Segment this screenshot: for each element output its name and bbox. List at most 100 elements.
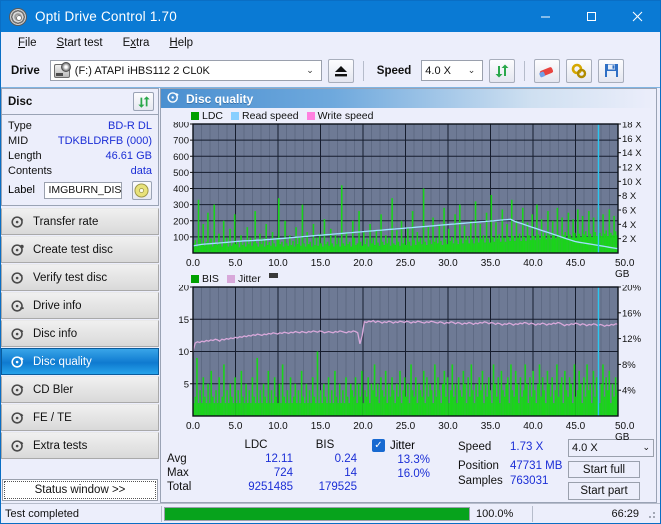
readout-row-position: Position 47731 MB xyxy=(458,458,568,473)
disc-label-field[interactable]: IMGBURN_DIS xyxy=(44,181,123,199)
resize-grip[interactable] xyxy=(645,507,657,520)
app-window: Opti Drive Control 1.70 File Start test … xyxy=(0,0,661,524)
svg-text:500: 500 xyxy=(173,168,189,179)
elapsed-time: 66:29 xyxy=(611,507,639,520)
status-message: Test completed xyxy=(5,507,79,520)
legend-label-jitter: Jitter xyxy=(237,272,261,285)
stats-header-ldc: LDC xyxy=(244,439,268,451)
sidebar-item-transfer-rate[interactable]: Transfer rate xyxy=(1,208,159,235)
sidebar-item-fe-te[interactable]: FE / TE xyxy=(1,404,159,431)
sidebar-item-disc-info[interactable]: Disc info xyxy=(1,320,159,347)
disc-refresh-button[interactable] xyxy=(133,92,154,111)
menu-start-test[interactable]: Start test xyxy=(48,35,112,51)
svg-text:18 X: 18 X xyxy=(622,122,642,131)
menu-help[interactable]: Help xyxy=(160,35,202,51)
progress-bar-fill xyxy=(165,507,469,520)
sidebar-item-cd-bler[interactable]: CD Bler xyxy=(1,376,159,403)
settings-button[interactable] xyxy=(566,58,593,83)
stats-grid: LDC BIS Avg 12.11 0.24 Max 724 14 Total … xyxy=(167,439,372,493)
stats-avg-bis: 0.24 xyxy=(334,453,357,465)
menu-start-test-label: tart test xyxy=(64,37,103,49)
speed-select[interactable]: 4.0 X ⌄ xyxy=(421,60,484,81)
sidebar-item-verify-test-disc[interactable]: Verify test disc xyxy=(1,264,159,291)
x-tick-label: 45.0 xyxy=(565,421,586,432)
speed-label: Speed xyxy=(376,64,412,77)
disc-panel-title: Disc xyxy=(8,95,33,108)
disc-panel: Disc Type BD-R DL MID TDKBLDRFB (000) Le… xyxy=(1,88,159,206)
close-icon[interactable] xyxy=(614,1,660,32)
start-full-button[interactable]: Start full xyxy=(568,460,640,479)
x-tick-label: 25.0 xyxy=(395,421,416,432)
sidebar-item-drive-info[interactable]: Drive info xyxy=(1,292,159,319)
stats-header-bis: BIS xyxy=(315,439,335,451)
svg-text:8%: 8% xyxy=(622,360,636,371)
ldc-legend: LDC Read speed Write speed xyxy=(163,109,654,122)
sidebar-item-create-test-disc[interactable]: Create test disc xyxy=(1,236,159,263)
bis-legend: BIS Jitter xyxy=(163,272,654,285)
x-tick-label: 45.0 xyxy=(565,258,586,269)
disc-extra-icon xyxy=(10,438,25,453)
panel-header: Disc quality xyxy=(161,89,656,108)
status-window-button[interactable]: Status window >> xyxy=(2,479,158,501)
cd-disc-icon[interactable] xyxy=(131,180,152,200)
legend-item-ldc: LDC xyxy=(191,110,223,122)
svg-text:12 X: 12 X xyxy=(622,163,642,174)
nav-list: Transfer rate Create test disc Verify te… xyxy=(1,208,159,460)
legend-swatch-read-speed xyxy=(231,111,240,120)
stats-table: LDC BIS Avg 12.11 0.24 Max 724 14 Total … xyxy=(167,439,372,500)
x-tick-label: 10.0 xyxy=(268,258,288,269)
disc-info-row-type: Type BD-R DL xyxy=(8,118,152,133)
disc-info-icon xyxy=(10,326,25,341)
sidebar-item-label: Drive info xyxy=(33,299,82,312)
minimize-icon[interactable] xyxy=(522,1,568,32)
drive-select[interactable]: (F:) ATAPI iHBS112 2 CL0K ⌄ xyxy=(49,60,322,81)
refresh-button[interactable] xyxy=(489,58,516,83)
x-tick-label: 10.0 xyxy=(268,421,288,432)
drive-select-value: (F:) ATAPI iHBS112 2 CL0K xyxy=(74,64,210,77)
sidebar-item-extra-tests[interactable]: Extra tests xyxy=(1,432,159,459)
test-speed-select[interactable]: 4.0 X ⌄ xyxy=(568,439,654,457)
eject-button[interactable] xyxy=(327,58,354,83)
legend-label-bis: BIS xyxy=(202,272,219,285)
disc-bler-icon xyxy=(10,382,25,397)
disc-check-icon xyxy=(10,270,25,285)
sidebar-item-label: Create test disc xyxy=(33,243,113,256)
progress-percent: 100.0% xyxy=(476,507,514,520)
toolbar-divider-1 xyxy=(362,60,364,81)
menu-file[interactable]: File xyxy=(9,35,46,51)
speed-select-value: 4.0 X xyxy=(425,64,451,77)
stats-row-label-total: Total xyxy=(167,481,192,493)
readout-position-label: Position xyxy=(458,459,499,472)
x-tick-label: 30.0 xyxy=(438,421,458,432)
sidebar-item-label: CD Bler xyxy=(33,383,74,396)
jitter-stats: ✓ Jitter 13.3% 16.0% xyxy=(372,439,458,500)
disc-contents-value: data xyxy=(130,164,152,177)
jitter-checkbox[interactable]: ✓ xyxy=(372,439,385,452)
x-tick-label: 5.0 xyxy=(228,258,243,269)
window-title: Opti Drive Control 1.70 xyxy=(35,9,177,24)
legend-label-write-speed: Write speed xyxy=(317,109,374,122)
test-speed-value: 4.0 X xyxy=(572,441,598,454)
disc-mid-label: MID xyxy=(8,134,29,147)
readout-position-value: 47731 MB xyxy=(510,459,563,472)
svg-text:5: 5 xyxy=(184,379,189,390)
sidebar-item-disc-quality[interactable]: Disc quality xyxy=(1,348,159,375)
menu-extra[interactable]: Extra xyxy=(114,35,159,51)
svg-text:20: 20 xyxy=(178,285,189,294)
svg-text:6 X: 6 X xyxy=(622,206,637,217)
disc-panel-header: Disc xyxy=(2,89,158,115)
x-tick-label: 0.0 xyxy=(186,421,200,432)
svg-text:8 X: 8 X xyxy=(622,191,637,202)
erase-button[interactable] xyxy=(534,58,561,83)
sidebar-item-label: FE / TE xyxy=(33,411,72,424)
app-icon xyxy=(9,7,27,26)
disc-label-row: Label IMGBURN_DIS xyxy=(8,179,152,201)
readout-speed-label: Speed xyxy=(458,440,492,453)
x-tick-label: 40.0 xyxy=(523,421,543,432)
jitter-checkbox-row[interactable]: ✓ Jitter xyxy=(372,439,458,452)
save-button[interactable] xyxy=(598,58,625,83)
maximize-icon[interactable] xyxy=(568,1,614,32)
x-tick-label: 40.0 xyxy=(523,258,543,269)
start-part-button[interactable]: Start part xyxy=(568,482,640,501)
